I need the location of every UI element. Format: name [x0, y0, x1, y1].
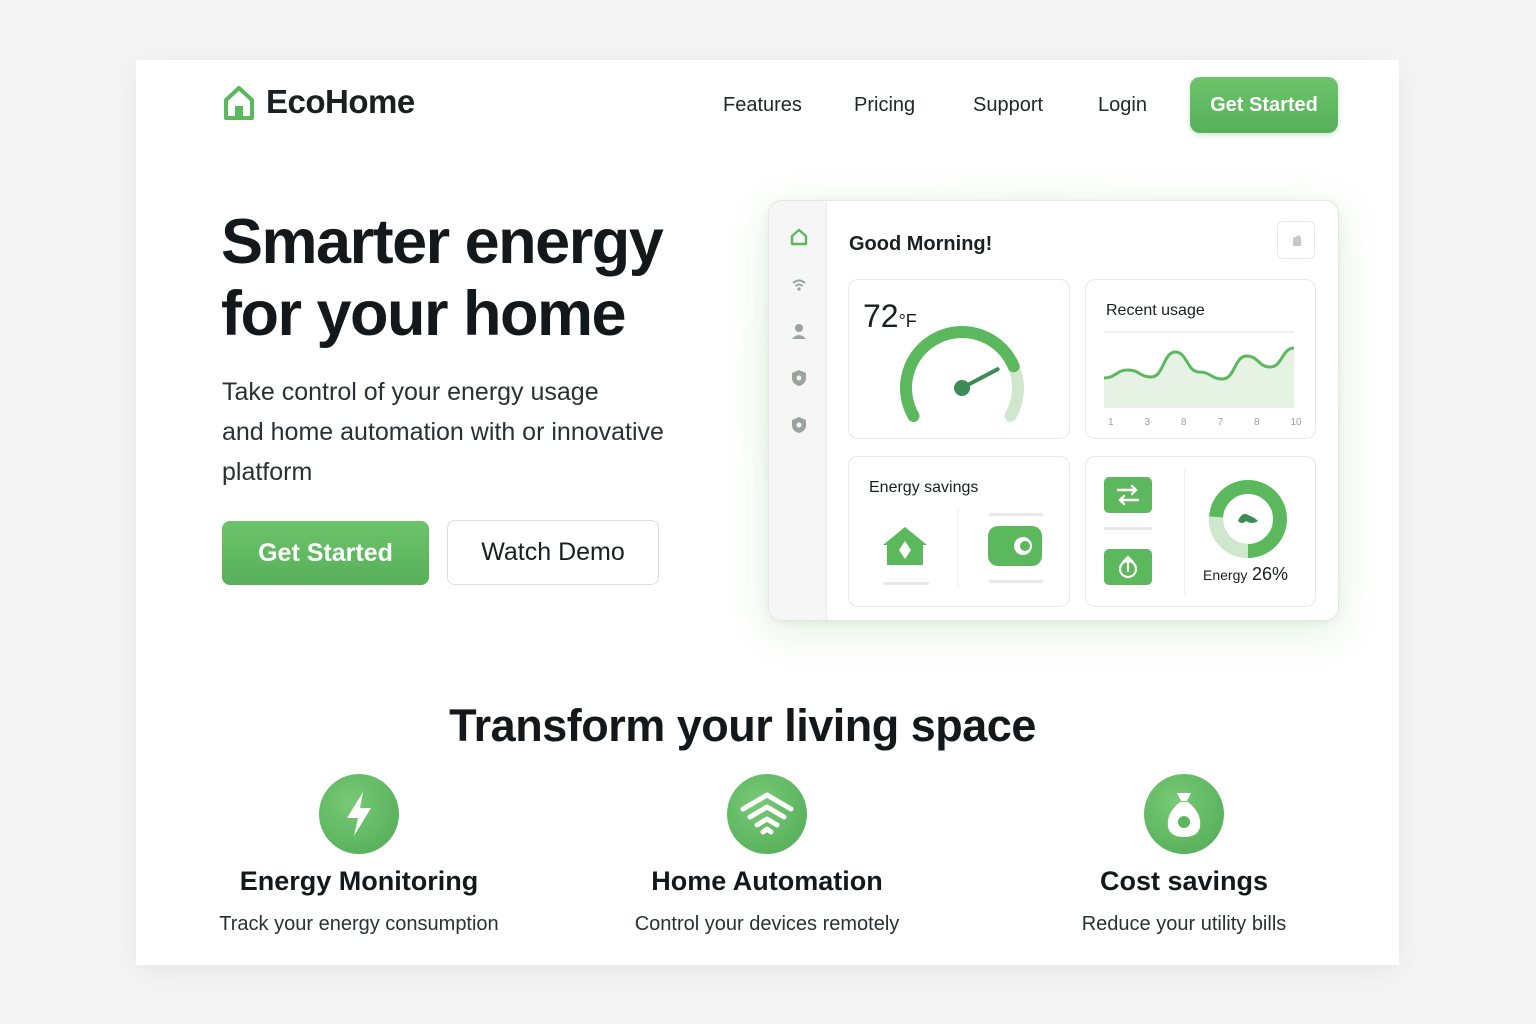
hero-subtitle-line: and home automation with or innovative [222, 418, 664, 446]
gauge-fill [900, 326, 1020, 422]
energy-savings-title: Energy savings [869, 479, 979, 496]
nav-get-started-button[interactable]: Get Started [1190, 77, 1338, 133]
energy-percent: 26% [1252, 564, 1289, 584]
user-icon[interactable] [789, 321, 809, 341]
feature-description: Reduce your utility bills [1081, 913, 1287, 935]
house-icon[interactable] [879, 523, 931, 571]
divider [989, 580, 1043, 583]
x-tick-label: 3 [1144, 417, 1151, 428]
landing-page: EcoHome Features Pricing Support Login G… [136, 60, 1399, 965]
nav-login[interactable]: Login [1098, 94, 1147, 117]
wifi-icon[interactable] [789, 275, 809, 295]
energy-label: Energy [1203, 567, 1248, 583]
bell-icon [1293, 235, 1301, 246]
logo[interactable]: EcoHome [222, 82, 415, 122]
swap-icon[interactable] [1104, 477, 1152, 513]
divider [1104, 527, 1152, 530]
recent-usage-chart [1104, 331, 1295, 408]
gauge-track [1004, 360, 1024, 422]
feature-description: Track your energy consumption [219, 913, 499, 935]
recent-usage-title: Recent usage [1106, 302, 1205, 319]
gauge-hub [954, 380, 970, 396]
divider [883, 582, 929, 585]
nav-features[interactable]: Features [723, 94, 802, 117]
hero-title-line: Smarter energy [221, 207, 664, 277]
nav-pricing[interactable]: Pricing [854, 94, 915, 117]
house-logo-icon [224, 86, 254, 120]
recent-usage-card[interactable]: Recent usage 1 3 8 7 8 10 [1085, 279, 1316, 439]
divider [1184, 469, 1185, 595]
wifi-icon [727, 774, 807, 854]
usage-area [1104, 348, 1294, 408]
shield-icon[interactable] [789, 368, 809, 388]
x-tick-label: 8 [1254, 417, 1260, 428]
upload-icon[interactable] [1104, 549, 1152, 585]
energy-donut-chart [1209, 480, 1287, 558]
feature-title: Energy Monitoring [239, 866, 479, 896]
energy-savings-card[interactable]: Energy savings [848, 456, 1070, 607]
watch-demo-button[interactable]: Watch Demo [447, 520, 659, 585]
lightning-icon [319, 774, 399, 854]
energy-card[interactable]: Energy 26% [1085, 456, 1316, 607]
feature-title: Cost savings [1099, 866, 1269, 896]
divider [957, 509, 958, 587]
shield-icon[interactable] [789, 415, 809, 435]
x-tick-label: 1 [1108, 417, 1114, 428]
hero-title-line: for your home [221, 279, 627, 349]
home-icon[interactable] [789, 227, 809, 247]
dashboard-sidebar [769, 201, 827, 620]
hero-subtitle: Take control of your energy usage and ho… [222, 372, 712, 492]
money-bag-icon [1144, 774, 1224, 854]
divider [989, 513, 1043, 516]
feature-cost-savings: Cost savings Reduce your utility bills [994, 774, 1374, 936]
hero-title: Smarter energy for your home [221, 206, 741, 350]
toggle-icon[interactable] [987, 525, 1043, 567]
x-tick-label: 8 [1181, 417, 1187, 428]
get-started-button[interactable]: Get Started [222, 521, 429, 585]
greeting: Good Morning! [849, 233, 993, 255]
leaf-icon [1238, 513, 1258, 523]
hero-subtitle-line: Take control of your energy usage [222, 378, 599, 406]
feature-title: Home Automation [651, 866, 883, 896]
hero-subtitle-line: platform [222, 458, 313, 486]
feature-home-automation: Home Automation Control your devices rem… [577, 774, 957, 936]
x-tick-label: 10 [1290, 417, 1302, 428]
dashboard-preview: Good Morning! 72°F Recent usage 1 3 8 7 8 10 … [768, 200, 1339, 621]
nav-support[interactable]: Support [973, 94, 1043, 117]
features-title: Transform your living space [449, 700, 1036, 751]
feature-energy-monitoring: Energy Monitoring Track your energy cons… [169, 774, 549, 936]
x-tick-label: 7 [1217, 417, 1224, 428]
brand-name: EcoHome [266, 83, 415, 120]
thermostat-card[interactable]: 72°F [848, 279, 1070, 439]
feature-description: Control your devices remotely [634, 913, 900, 935]
notification-button[interactable] [1277, 221, 1315, 259]
temperature-gauge [900, 326, 1024, 422]
